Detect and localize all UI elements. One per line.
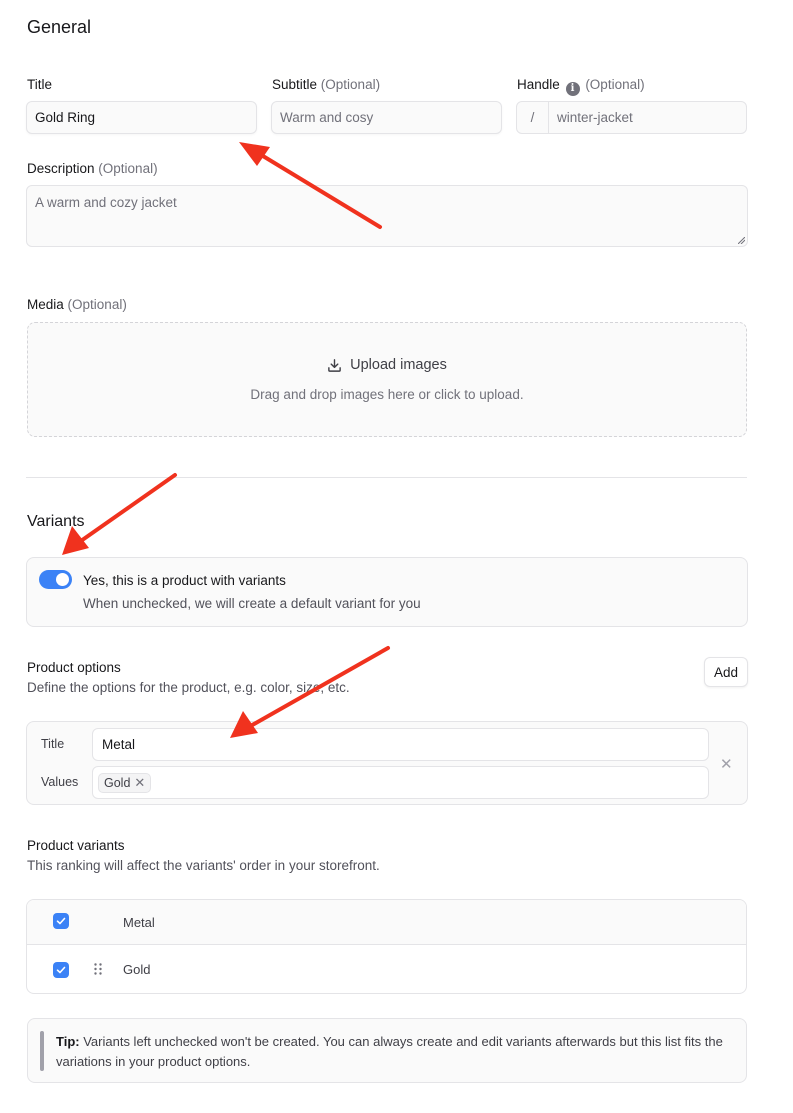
subtitle-input[interactable]: Warm and cosy <box>271 101 502 134</box>
description-placeholder: A warm and cozy jacket <box>35 195 177 210</box>
option-values-input[interactable]: Gold ✕ <box>92 766 709 799</box>
option-title-input[interactable]: Metal <box>92 728 709 761</box>
tip-body: Variants left unchecked won't be created… <box>56 1034 723 1069</box>
select-all-checkbox[interactable] <box>53 913 69 929</box>
drag-handle-icon[interactable] <box>93 962 103 976</box>
add-option-button[interactable]: Add <box>704 657 748 687</box>
subtitle-label-text: Subtitle <box>272 77 318 92</box>
option-values-label: Values <box>41 775 79 789</box>
upload-images-button[interactable]: Upload images <box>28 357 746 373</box>
upload-images-label: Upload images <box>350 357 447 373</box>
product-options-title: Product options <box>27 660 121 675</box>
chip-remove-icon[interactable]: ✕ <box>134 775 145 791</box>
resize-handle-icon[interactable] <box>738 237 745 244</box>
section-title-variants: Variants <box>27 513 85 530</box>
value-chip: Gold ✕ <box>98 772 152 793</box>
tip-callout: Tip: Variants left unchecked won't be cr… <box>27 1018 747 1083</box>
handle-label-text: Handle <box>517 77 560 92</box>
checkmark-icon <box>56 917 66 925</box>
info-icon[interactable]: i <box>565 82 580 96</box>
description-label: Description (Optional) <box>27 161 158 176</box>
value-chip-label: Gold <box>104 775 131 790</box>
variants-table: Metal Gold <box>26 899 747 994</box>
description-label-text: Description <box>27 161 95 176</box>
variants-table-header: Metal <box>27 900 746 945</box>
media-label-text: Media <box>27 297 64 312</box>
option-title-value: Metal <box>102 737 136 752</box>
handle-input[interactable]: winter-jacket <box>549 102 746 133</box>
product-option-card: Title Metal Values Gold ✕ ✕ <box>26 721 748 805</box>
section-divider <box>26 477 747 478</box>
description-textarea[interactable]: A warm and cozy jacket <box>26 185 748 247</box>
title-input-value: Gold Ring <box>35 110 96 125</box>
subtitle-optional: (Optional) <box>320 77 381 92</box>
media-label: Media (Optional) <box>27 297 127 312</box>
title-input[interactable]: Gold Ring <box>26 101 257 134</box>
handle-field[interactable]: / winter-jacket <box>516 101 747 134</box>
section-title-general: General <box>27 17 92 37</box>
title-label: Title <box>27 77 52 92</box>
handle-placeholder: winter-jacket <box>557 110 633 125</box>
variants-toggle-card: Yes, this is a product with variants Whe… <box>26 557 748 627</box>
variants-toggle-switch[interactable] <box>39 570 72 589</box>
handle-label: Handle i (Optional) <box>517 77 645 96</box>
tip-accent-bar <box>40 1031 44 1071</box>
product-options-description: Define the options for the product, e.g.… <box>27 680 350 695</box>
column-header-metal: Metal <box>123 915 155 930</box>
checkmark-icon <box>56 966 66 974</box>
upload-icon <box>328 358 341 372</box>
handle-prefix: / <box>517 102 549 133</box>
annotation-arrow-toggle <box>76 473 177 545</box>
subtitle-placeholder: Warm and cosy <box>280 110 374 125</box>
variants-toggle-description: When unchecked, we will create a default… <box>83 596 421 611</box>
tip-text: Tip: Variants left unchecked won't be cr… <box>56 1032 736 1072</box>
title-label-text: Title <box>27 77 53 92</box>
option-title-label: Title <box>41 737 65 751</box>
variants-toggle-title: Yes, this is a product with variants <box>83 573 286 588</box>
description-optional: (Optional) <box>98 161 158 176</box>
arrow-head-icon <box>239 142 270 166</box>
upload-hint: Drag and drop images here or click to up… <box>250 387 524 402</box>
variant-value-cell: Gold <box>123 962 151 977</box>
remove-option-icon[interactable]: ✕ <box>720 755 733 773</box>
product-variants-title: Product variants <box>27 838 125 853</box>
media-optional: (Optional) <box>67 297 127 312</box>
tip-label: Tip: <box>56 1034 80 1049</box>
media-dropzone[interactable]: Upload images Drag and drop images here … <box>27 322 747 437</box>
subtitle-label: Subtitle (Optional) <box>272 77 380 92</box>
toggle-knob <box>56 573 69 586</box>
row-checkbox[interactable] <box>53 962 69 978</box>
handle-optional: (Optional) <box>585 77 645 92</box>
product-variants-description: This ranking will affect the variants' o… <box>27 858 380 873</box>
